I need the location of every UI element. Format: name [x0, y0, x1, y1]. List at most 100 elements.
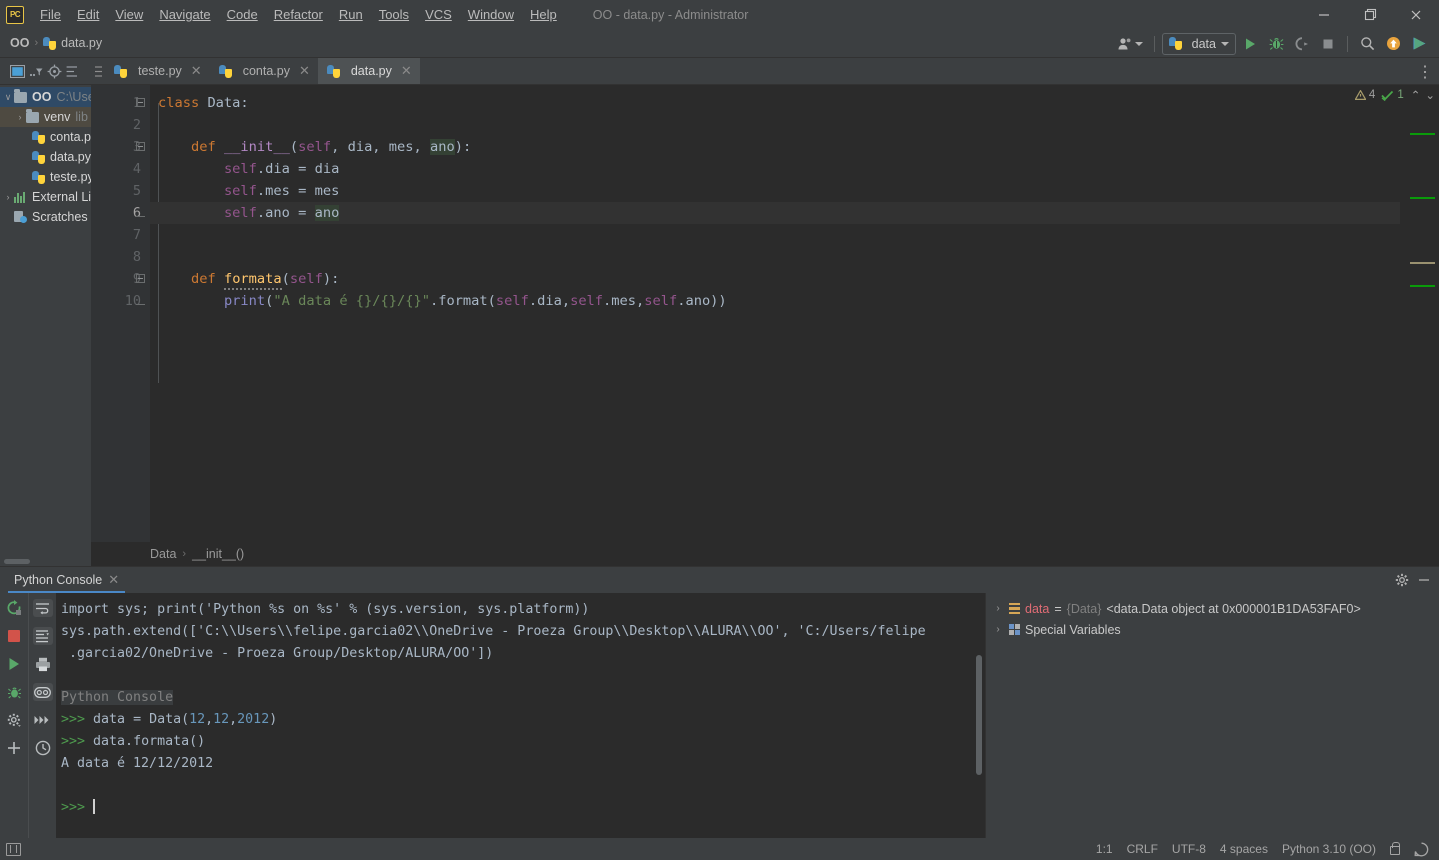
run-with-coverage-button[interactable]: [1290, 33, 1314, 55]
menu-navigate[interactable]: Navigate: [151, 4, 218, 25]
fold-region-formata[interactable]: [136, 274, 145, 283]
console-scrollbar[interactable]: [976, 655, 982, 775]
lock-icon[interactable]: [1390, 842, 1400, 855]
rerun-icon[interactable]: [4, 599, 24, 617]
ide-updates-button[interactable]: [1407, 33, 1431, 55]
scroll-to-end-icon[interactable]: [32, 627, 53, 645]
tree-item-external-libraries[interactable]: › External Lib: [0, 187, 92, 207]
update-project-button[interactable]: [1381, 33, 1405, 55]
python-file-icon: [218, 64, 232, 78]
account-icon[interactable]: [1115, 33, 1147, 55]
breadcrumb-method-init[interactable]: __init__(): [192, 547, 244, 561]
print-icon[interactable]: [33, 655, 53, 673]
chevron-right-icon[interactable]: ›: [992, 603, 1004, 614]
editor-options-icon[interactable]: ⋮: [1417, 58, 1433, 85]
menu-code[interactable]: Code: [219, 4, 266, 25]
show-variables-icon[interactable]: [32, 683, 53, 701]
console-tab-label: Python Console: [14, 573, 103, 587]
notification-icon[interactable]: [1414, 842, 1429, 857]
tree-item-venv[interactable]: › venv lib: [0, 107, 91, 127]
tab-data-py[interactable]: data.py ✕: [317, 58, 420, 84]
locate-icon[interactable]: [47, 64, 62, 79]
menu-file[interactable]: File: [32, 4, 69, 25]
marker-change-green[interactable]: [1410, 133, 1435, 135]
history-icon[interactable]: [33, 739, 53, 757]
show-queue-icon[interactable]: [33, 711, 53, 729]
stop-button[interactable]: [1316, 33, 1340, 55]
fold-region-class[interactable]: [136, 98, 145, 107]
warning-triangle-icon: [1354, 90, 1366, 100]
maximize-button[interactable]: [1347, 0, 1393, 29]
line-separator[interactable]: CRLF: [1127, 842, 1158, 856]
tree-item-data-py[interactable]: data.py: [0, 147, 91, 167]
tab-teste-py[interactable]: teste.py ✕: [105, 58, 210, 84]
minimize-icon[interactable]: [1417, 575, 1431, 585]
caret-position[interactable]: 1:1: [1096, 842, 1113, 856]
settings-icon[interactable]: [4, 711, 24, 729]
close-icon[interactable]: ✕: [191, 63, 202, 79]
breadcrumb-class-data[interactable]: Data: [150, 547, 176, 561]
fold-end-init[interactable]: [136, 208, 145, 217]
tree-item-scratches[interactable]: Scratches a: [0, 207, 91, 227]
fold-region-init[interactable]: [136, 142, 145, 151]
close-icon[interactable]: ✕: [108, 572, 119, 588]
chevron-down-icon[interactable]: ∨: [2, 92, 14, 103]
tab-conta-py[interactable]: conta.py ✕: [210, 58, 318, 84]
menu-vcs[interactable]: VCS: [417, 4, 460, 25]
menu-edit[interactable]: Edit: [69, 4, 107, 25]
stop-icon[interactable]: [4, 627, 24, 645]
fold-end-formata[interactable]: [136, 296, 145, 305]
marker-change-green[interactable]: [1410, 285, 1435, 287]
console-output[interactable]: import sys; print('Python %s on %s' % (s…: [56, 593, 985, 838]
prev-problem-icon[interactable]: ⌃: [1411, 88, 1421, 102]
settings-icon[interactable]: [66, 65, 78, 78]
marker-warning[interactable]: [1410, 262, 1435, 264]
tree-item-project-root[interactable]: ∨ OO C:\User: [0, 87, 91, 107]
next-problem-icon[interactable]: ⌄: [1425, 88, 1435, 102]
project-panel-scrollbar[interactable]: [4, 559, 30, 564]
menu-window[interactable]: Window: [460, 4, 522, 25]
file-encoding[interactable]: UTF-8: [1172, 842, 1206, 856]
indent-setting[interactable]: 4 spaces: [1220, 842, 1268, 856]
chevron-right-icon[interactable]: ›: [14, 112, 26, 122]
add-icon[interactable]: [4, 739, 24, 757]
search-icon[interactable]: [1355, 33, 1379, 55]
close-icon[interactable]: ✕: [401, 63, 412, 79]
console-tab-python-console[interactable]: Python Console ✕: [0, 567, 129, 593]
variable-row-data[interactable]: › data = {Data} <data.Data object at 0x0…: [986, 598, 1439, 619]
menu-tools[interactable]: Tools: [371, 4, 417, 25]
breadcrumb-file[interactable]: data.py: [61, 36, 102, 50]
chevron-right-icon[interactable]: ›: [992, 624, 1004, 635]
soft-wrap-icon[interactable]: [32, 599, 53, 617]
tree-item-conta-py[interactable]: conta.py: [0, 127, 91, 147]
variable-row-special[interactable]: › Special Variables: [986, 619, 1439, 640]
menu-help[interactable]: Help: [522, 4, 565, 25]
pycharm-logo-icon: PC: [6, 5, 24, 24]
gear-icon[interactable]: [1395, 573, 1409, 587]
editor-marker-bar[interactable]: 4 1 ⌃ ⌄: [1354, 85, 1439, 542]
layout-toggle-icon[interactable]: [6, 842, 21, 856]
library-icon: [14, 191, 27, 203]
execute-icon[interactable]: [4, 655, 24, 673]
menu-run[interactable]: Run: [331, 4, 371, 25]
marker-change-green[interactable]: [1410, 197, 1435, 199]
close-icon[interactable]: ✕: [299, 63, 310, 79]
minimize-button[interactable]: [1301, 0, 1347, 29]
code-text-area[interactable]: class Data: def __init__(self, dia, mes,…: [150, 85, 1400, 542]
chevron-right-icon[interactable]: ›: [2, 192, 14, 202]
close-button[interactable]: [1393, 0, 1439, 29]
project-view-icon[interactable]: [10, 64, 25, 78]
run-button[interactable]: [1238, 33, 1262, 55]
run-configuration-selector[interactable]: data: [1161, 32, 1236, 55]
breadcrumb-project[interactable]: OO: [10, 36, 29, 50]
debug-button[interactable]: [1264, 33, 1288, 55]
tree-item-teste-py[interactable]: teste.py: [0, 167, 91, 187]
console-prompt-active[interactable]: >>>: [61, 797, 985, 819]
tab-list-icon[interactable]: [91, 58, 105, 84]
python-interpreter[interactable]: Python 3.10 (OO): [1282, 842, 1376, 856]
debug-console-icon[interactable]: [4, 683, 24, 701]
inspection-widget[interactable]: 4 1 ⌃ ⌄: [1354, 88, 1435, 102]
menu-refactor[interactable]: Refactor: [266, 4, 331, 25]
collapse-filter-icon[interactable]: [29, 65, 43, 78]
menu-view[interactable]: View: [107, 4, 151, 25]
